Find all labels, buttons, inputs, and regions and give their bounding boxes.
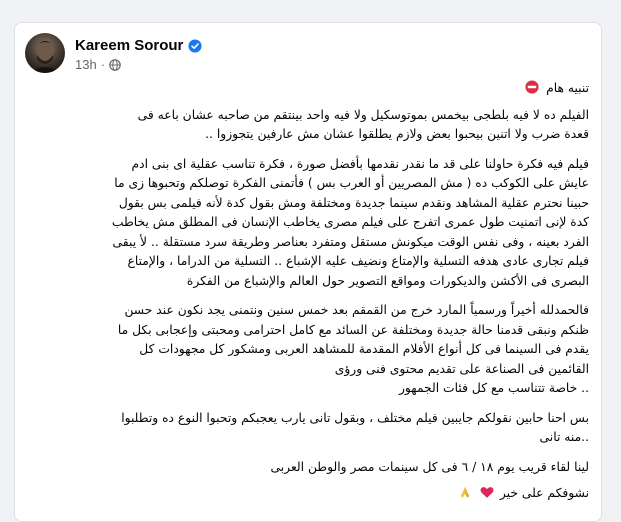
paragraph-line: عايش على الكوكب ده ( مش المصريين أو العر…: [114, 176, 589, 190]
paragraph-line: ..منه تانى: [539, 430, 589, 444]
paragraph-line: الفيلم ده لا فيه بلطجى بيخمس بموتوسكيل و…: [137, 107, 589, 122]
no-entry-icon: [525, 80, 539, 94]
globe-icon[interactable]: [109, 58, 121, 71]
author-name[interactable]: Kareem Sorour: [75, 37, 183, 54]
paragraph-line: الفرد بعينه ، وفى نفس الوقت ميكونش مستقل…: [112, 234, 589, 249]
paragraph-line: ظنكم ونبقى قدمنا حالة جديدة ومختلفة عن ا…: [117, 322, 589, 337]
paragraph-line: فيلم تجارى عادى هدفه التسلية والإمتاع ون…: [127, 254, 589, 268]
paragraph-4: بس احنا حابين نقولكم جايبين فيلم مختلف ،…: [29, 409, 589, 448]
paragraph-line: يقدم فى السينما فى كل أنواع الأفلام المق…: [139, 342, 589, 356]
post-card: Kareem Sorour 13h · تنبيه هام الفيلم ده …: [14, 22, 602, 522]
paragraph-2: فيلم فيه فكرة حاولنا على قد ما نقدر نقدم…: [29, 155, 589, 292]
verified-badge-icon: [188, 38, 202, 53]
post-timestamp[interactable]: 13h: [75, 57, 97, 72]
paragraph-line: حبينا نحترم عقلية المشاهد ونقدم سينما جد…: [118, 195, 589, 210]
warning-title: تنبيه هام: [546, 81, 589, 95]
paragraph-line: بس احنا حابين نقولكم جايبين فيلم مختلف ،…: [121, 410, 589, 425]
post-meta: 13h ·: [75, 57, 121, 72]
paragraph-line: البصرى فى الأكشن والديكورات ومواقع التصو…: [186, 273, 589, 288]
meta-separator: ·: [100, 57, 106, 72]
avatar-portrait-icon: [29, 39, 61, 73]
paragraph-3: فالحمدلله أخيراً ورسمياً المارد خرج من ا…: [29, 301, 589, 399]
paragraph-line: فالحمدلله أخيراً ورسمياً المارد خرج من ا…: [124, 303, 589, 317]
paragraph-1: الفيلم ده لا فيه بلطجى بيخمس بموتوسكيل و…: [29, 106, 589, 145]
red-heart-icon: [480, 487, 494, 498]
paragraph-line: .. خاصة تتناسب مع كل فئات الجمهور: [398, 381, 589, 395]
paragraph-line: قعدة ضرب ولا اتنين بيحبوا بعض ولازم يطلق…: [205, 127, 589, 141]
folded-hands-icon: [460, 486, 470, 498]
release-line: لينا لقاء قريب يوم ١٨ / ٦ فى كل سينمات م…: [270, 459, 589, 474]
paragraph-line: كدة لإنى اتمنيت طول عمرى اتفرج على فيلم …: [111, 215, 589, 229]
signoff-line: نشوفكم على خير: [29, 484, 589, 504]
author-avatar[interactable]: [25, 33, 65, 73]
post-header: Kareem Sorour 13h ·: [25, 33, 585, 77]
warning-line: تنبيه هام: [29, 79, 589, 99]
signoff-text: نشوفكم على خير: [499, 486, 589, 500]
post-body: تنبيه هام الفيلم ده لا فيه بلطجى بيخمس ب…: [29, 79, 589, 504]
paragraph-line: القائمين فى الصناعة على تقديم محتوى فنى …: [334, 361, 589, 376]
paragraph-line: فيلم فيه فكرة حاولنا على قد ما نقدر نقدم…: [131, 156, 589, 171]
